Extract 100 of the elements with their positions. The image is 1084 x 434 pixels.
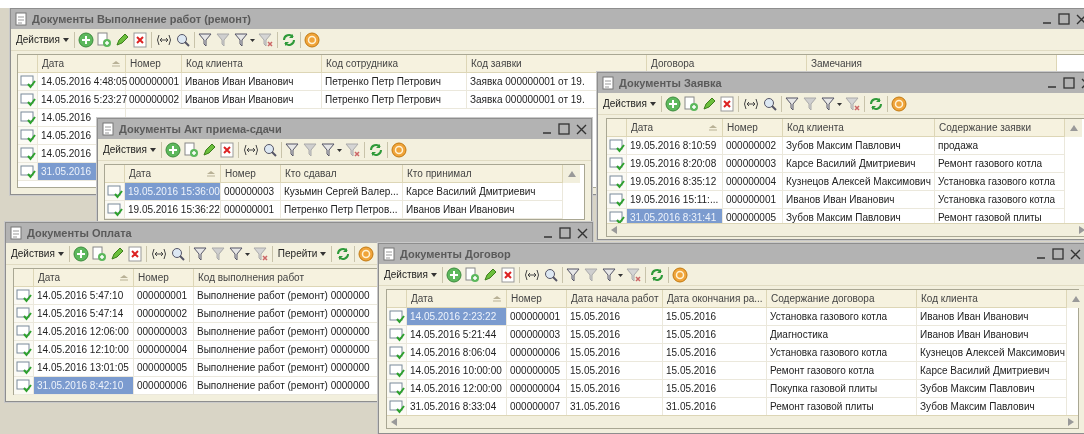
- column-header[interactable]: Номер: [134, 269, 194, 287]
- table-cell: Петренко Петр Петров...: [284, 204, 398, 215]
- table-cell: 15.05.2016: [570, 311, 621, 322]
- table-cell: 000000005: [510, 365, 561, 376]
- table-cell: Зубов Максим Павлович: [786, 140, 901, 151]
- table-cell: 15.05.2016: [570, 383, 621, 394]
- table-cell: Зубов Максим Павлович: [786, 212, 901, 223]
- table-cell: 14.05.2016 2:23:22: [407, 308, 507, 326]
- table-cell: Петренко Петр Петрович: [325, 76, 442, 87]
- table-cell: 14.05.2016 12:10:00: [34, 341, 134, 359]
- column-header[interactable]: Дата окончания ра...: [663, 290, 767, 308]
- table-cell: 15.05.2016: [570, 365, 621, 376]
- table-cell: Выполнение работ (ремонт) 0000000: [197, 380, 370, 391]
- table-cell: 15.05.2016: [570, 347, 621, 358]
- column-header[interactable]: Номер: [507, 290, 567, 308]
- table-cell: Выполнение работ (ремонт) 0000000: [197, 290, 370, 301]
- column-header[interactable]: Номер: [221, 165, 281, 183]
- table-cell: 31.05.2016 8:42:10: [34, 377, 134, 395]
- table-cell: 000000006: [137, 380, 188, 391]
- column-header[interactable]: Кто сдавал: [281, 165, 403, 183]
- actions-menu[interactable]: Действия: [601, 95, 658, 112]
- table-cell: 19.05.2016 8:35:12: [627, 173, 723, 191]
- table-cell: 000000001: [224, 204, 275, 215]
- table-cell: Иванов Иван Иванович: [185, 94, 294, 105]
- table-cell: 000000002: [137, 308, 188, 319]
- table-cell: Кузнецов Алексей Максимович: [786, 176, 931, 187]
- table-cell: 15.05.2016: [570, 329, 621, 340]
- table-cell: 15.05.2016: [666, 347, 717, 358]
- table-cell: 15.05.2016: [666, 383, 717, 394]
- table-cell: Иванов Иван Иванович: [185, 76, 294, 87]
- table-cell: 000000006: [510, 347, 561, 358]
- table-cell: 000000002: [129, 94, 180, 105]
- table-cell: Заявка 000000001 от 19.: [470, 94, 585, 105]
- column-header[interactable]: Код клиента: [917, 290, 1067, 308]
- table-cell: 000000003: [137, 326, 188, 337]
- window-title: Документы Договор: [400, 246, 511, 262]
- window-title: Документы Выполнение работ (ремонт): [32, 11, 251, 27]
- column-header[interactable]: Код клиента: [182, 55, 322, 73]
- column-header[interactable]: Код сотрудника: [322, 55, 467, 73]
- column-header[interactable]: Код выполнения работ: [194, 269, 378, 287]
- table-cell: 14.05.2016 10:00:00: [407, 362, 507, 380]
- table-cell: 14.05.2016 5:23:27: [38, 91, 126, 109]
- column-header[interactable]: Содержание договора: [767, 290, 917, 308]
- table-cell: Ремонт газовой плиты: [770, 401, 874, 412]
- table-cell: 31.05.2016: [570, 401, 621, 412]
- table-cell: Покупка газовой плиты: [770, 383, 878, 394]
- actions-menu[interactable]: Действия: [382, 266, 439, 283]
- table-cell: 000000007: [510, 401, 561, 412]
- table-cell: 000000002: [726, 140, 777, 151]
- column-header[interactable]: Дата: [627, 119, 723, 137]
- table-cell: Карсе Василий Дмитриевич: [920, 365, 1050, 376]
- table-cell: 15.05.2016: [666, 311, 717, 322]
- table-cell: 14.05.2016 5:47:10: [34, 287, 134, 305]
- table-cell: 000000001: [137, 290, 188, 301]
- column-header[interactable]: Дата: [38, 55, 126, 73]
- column-header[interactable]: Номер: [723, 119, 783, 137]
- column-header[interactable]: Код клиента: [783, 119, 935, 137]
- table-cell: 14.05.2016 5:21:44: [407, 326, 507, 344]
- column-header[interactable]: Дата: [407, 290, 507, 308]
- table-cell: Выполнение работ (ремонт) 0000000: [197, 344, 370, 355]
- column-header[interactable]: Дата: [125, 165, 221, 183]
- table-cell: 14.05.2016 8:06:04: [407, 344, 507, 362]
- table-cell: 000000004: [726, 176, 777, 187]
- actions-menu[interactable]: Действия: [9, 245, 66, 262]
- table-cell: Иванов Иван Иванович: [786, 194, 895, 205]
- window-title: Документы Заявка: [619, 75, 722, 91]
- table-cell: 000000001: [510, 311, 561, 322]
- table-cell: Кузнецов Алексей Максимович: [920, 347, 1065, 358]
- table-cell: Установка газового котла: [770, 347, 888, 358]
- table-cell: Выполнение работ (ремонт) 0000000: [197, 362, 370, 373]
- table-cell: 000000003: [224, 186, 275, 197]
- table-cell: 000000005: [726, 212, 777, 223]
- table-cell: Ремонт газовой плиты: [938, 212, 1042, 223]
- goto-menu[interactable]: Перейти: [275, 245, 329, 262]
- table-cell: 000000003: [510, 329, 561, 340]
- table-cell: 31.05.2016: [666, 401, 717, 412]
- table-cell: Установка газового котла: [770, 311, 888, 322]
- window-title: Документы Оплата: [27, 225, 132, 241]
- table-cell: Ремонт газового котла: [938, 158, 1043, 169]
- column-header[interactable]: Код заявки: [467, 55, 647, 73]
- table-cell: Выполнение работ (ремонт) 0000000: [197, 326, 370, 337]
- table-cell: Ремонт газового котла: [770, 365, 875, 376]
- table-cell: Установка газового котла: [938, 176, 1056, 187]
- column-header[interactable]: Кто принимал: [403, 165, 563, 183]
- table-cell: Выполнение работ (ремонт) 0000000: [197, 308, 370, 319]
- table-cell: 19.05.2016 8:20:08: [627, 155, 723, 173]
- table-cell: Карсе Василий Дмитриевич: [406, 186, 536, 197]
- table-cell: 19.05.2016 15:36:22: [125, 201, 221, 219]
- table-cell: Карсе Василий Дмитриевич: [786, 158, 916, 169]
- table-cell: Зубов Максим Павлович: [920, 401, 1035, 412]
- actions-menu[interactable]: Действия: [14, 31, 71, 48]
- table-cell: Кузьмин Сергей Валер...: [284, 186, 399, 197]
- column-header[interactable]: Номер: [126, 55, 182, 73]
- table-cell: Иванов Иван Иванович: [920, 329, 1029, 340]
- table-cell: продажа: [938, 140, 978, 151]
- column-header[interactable]: Содержание заявки: [935, 119, 1065, 137]
- column-header[interactable]: Дата: [34, 269, 134, 287]
- table-cell: 19.05.2016 8:10:59: [627, 137, 723, 155]
- table-cell: 15.05.2016: [666, 365, 717, 376]
- column-header[interactable]: Дата начала работ: [567, 290, 663, 308]
